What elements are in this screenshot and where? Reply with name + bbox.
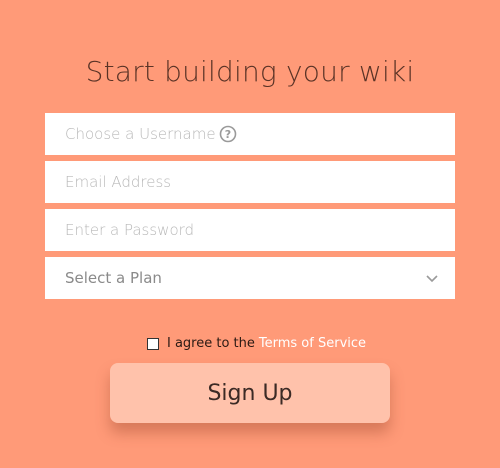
terms-of-service-link[interactable]: Terms of Service (259, 336, 366, 351)
terms-checkbox[interactable] (147, 337, 159, 350)
plan-select-value: Select a Plan (65, 269, 162, 287)
email-field-container (45, 161, 455, 203)
page-title: Start building your wiki (85, 54, 415, 88)
chevron-down-icon (426, 275, 438, 283)
terms-agreement: I agree to the Terms of Service (147, 336, 366, 351)
sign-up-button[interactable]: Sign Up (110, 363, 390, 423)
svg-text:?: ? (225, 128, 231, 141)
password-field-container (45, 209, 455, 251)
plan-select[interactable]: Select a Plan (45, 257, 455, 299)
username-input[interactable] (65, 125, 365, 143)
help-icon[interactable]: ? (219, 125, 237, 143)
email-input[interactable] (65, 173, 365, 191)
terms-label: I agree to the (167, 336, 255, 351)
username-field-container: ? (45, 113, 455, 155)
password-input[interactable] (65, 221, 365, 239)
